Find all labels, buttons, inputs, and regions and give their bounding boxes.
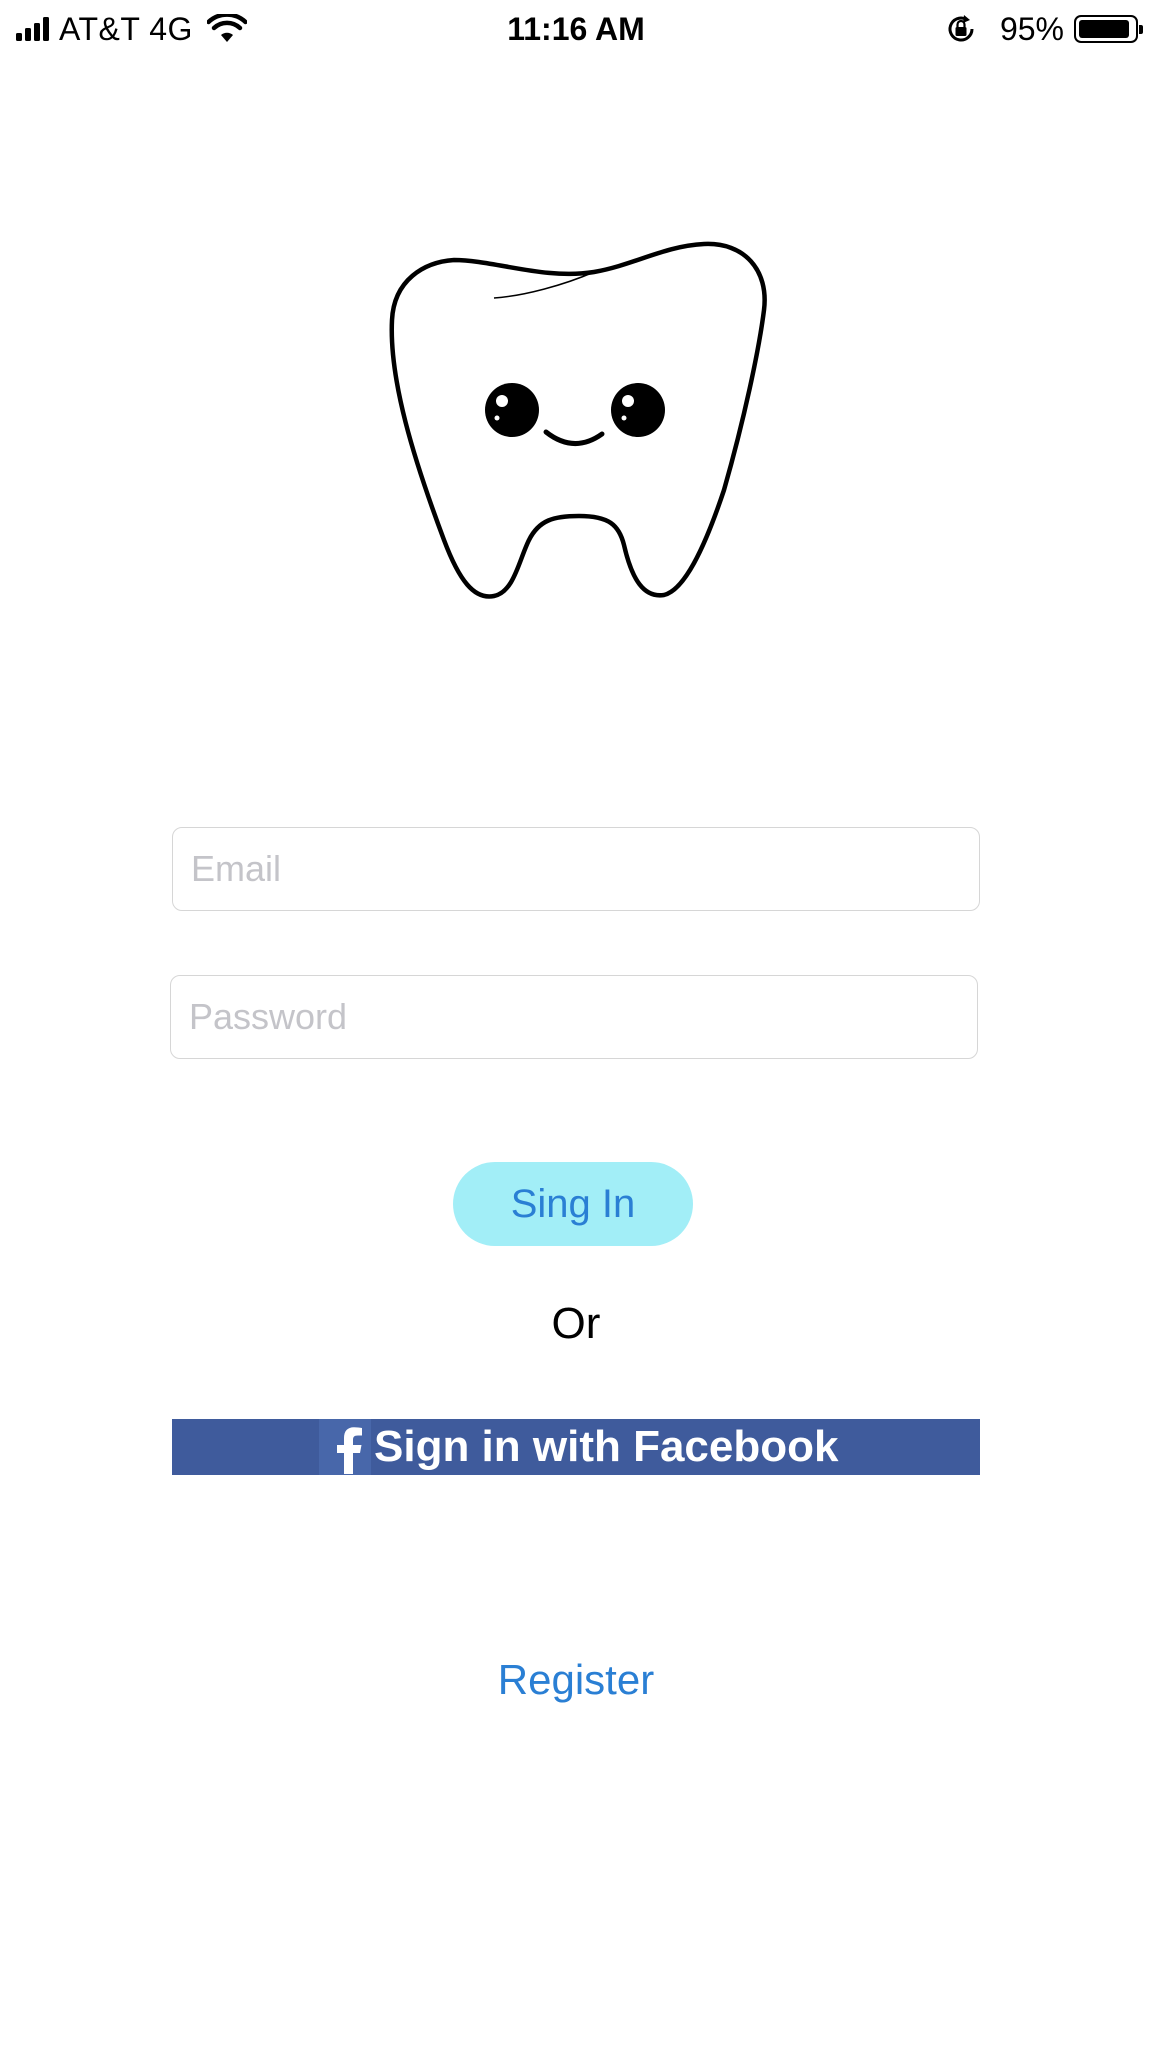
battery-icon (1074, 15, 1143, 43)
facebook-sign-in-button[interactable]: Sign in with Facebook (172, 1419, 980, 1475)
sign-in-label: Sing In (510, 1181, 636, 1226)
status-bar-right: 95% (944, 10, 1143, 48)
register-link[interactable]: Register (0, 1652, 1152, 1708)
battery-nub (1139, 25, 1143, 34)
tooth-logo-icon (389, 241, 767, 599)
facebook-icon (319, 1419, 371, 1475)
password-input[interactable] (171, 976, 977, 1058)
email-field[interactable] (172, 827, 980, 911)
facebook-sign-in-label: Sign in with Facebook (374, 1422, 839, 1471)
battery-fill (1079, 20, 1129, 38)
or-separator-label: Or (551, 1299, 601, 1348)
status-bar: AT&T 4G 11:16 AM 95% (0, 0, 1152, 58)
rotation-lock-icon (948, 15, 974, 42)
password-field[interactable] (170, 975, 978, 1059)
sign-in-button[interactable]: Sing In (453, 1162, 693, 1246)
email-input[interactable] (173, 828, 979, 910)
battery-percent: 95% (999, 10, 1064, 47)
